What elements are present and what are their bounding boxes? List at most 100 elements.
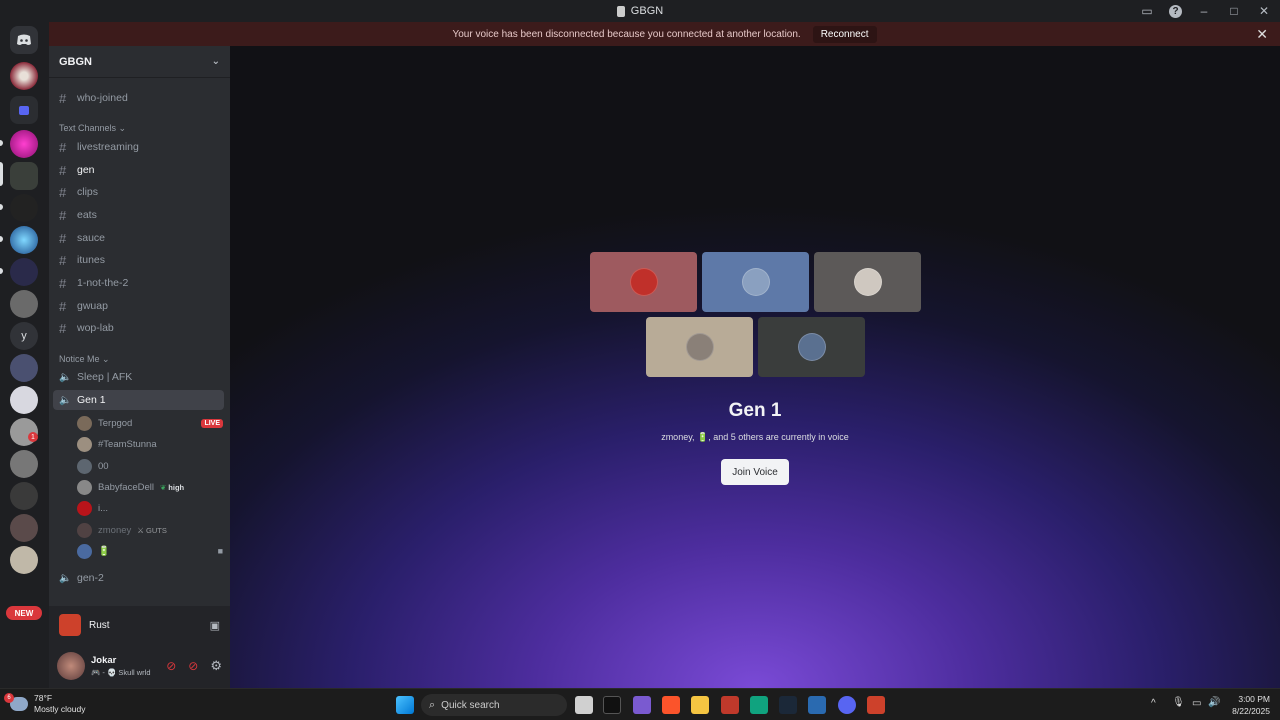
channel-who-joined[interactable]: # who-joined (53, 88, 224, 108)
close-window-button[interactable]: ✕ (1256, 3, 1272, 19)
channel-clips[interactable]: # clips (53, 182, 224, 202)
activity-panel[interactable]: Rust ▣ (49, 606, 230, 644)
close-banner-icon[interactable]: ✕ (1256, 26, 1268, 43)
task-view-icon[interactable] (575, 696, 593, 714)
category-text-channels[interactable]: Text Channels ⌄ (59, 123, 126, 134)
folder-icon[interactable] (10, 96, 38, 124)
server-icon-letter[interactable]: y (10, 322, 38, 350)
search-placeholder: Quick search (441, 699, 500, 711)
user-avatar[interactable] (57, 652, 85, 680)
help-icon[interactable]: ? (1169, 4, 1182, 18)
discord-taskbar-icon[interactable] (838, 696, 856, 714)
user-tag: ❦ high (159, 482, 185, 492)
server-icon-5[interactable] (10, 226, 38, 254)
weather-badge: 6 (4, 693, 14, 703)
rust-taskbar-icon[interactable] (867, 696, 885, 714)
hash-icon: # (59, 275, 67, 291)
windows-start-icon[interactable] (396, 696, 414, 714)
server-icon-13[interactable] (10, 514, 38, 542)
voice-user[interactable]: 00 (77, 457, 227, 475)
server-icon-1[interactable] (10, 62, 38, 90)
nzxt-app-icon[interactable] (603, 696, 621, 714)
hash-icon: # (59, 139, 67, 155)
server-icon-12[interactable] (10, 482, 38, 510)
inbox-icon[interactable]: ▭ (1139, 3, 1155, 19)
voice-channel-sleep-afk[interactable]: 🔈 Sleep | AFK (53, 367, 224, 387)
avatar (77, 522, 92, 538)
avatar (77, 543, 92, 559)
remote-desktop-icon[interactable] (808, 696, 826, 714)
server-icon-2[interactable] (10, 130, 38, 158)
channel-gwuap[interactable]: # gwuap (53, 296, 224, 316)
deafen-icon[interactable]: ⊘ (188, 659, 198, 673)
speaker-icon: 🔈 (59, 371, 72, 383)
server-icon-14[interactable] (10, 546, 38, 574)
server-icon-7[interactable] (10, 290, 38, 318)
server-icon-6[interactable] (10, 258, 38, 286)
discord-home-icon[interactable] (10, 26, 38, 54)
voice-tile[interactable] (758, 317, 865, 377)
server-icon-11[interactable] (10, 450, 38, 478)
voice-user[interactable]: BabyfaceDell ❦ high (77, 478, 227, 496)
avatar (77, 479, 92, 495)
server-header[interactable]: GBGN ⌄ (49, 46, 230, 78)
server-icon-4[interactable] (10, 194, 38, 222)
steam-icon[interactable] (779, 696, 797, 714)
hash-icon: # (59, 252, 67, 268)
microphone-icon[interactable]: 🎙 (1172, 697, 1185, 708)
file-explorer-icon[interactable] (691, 696, 709, 714)
minimize-button[interactable]: – (1196, 3, 1212, 19)
voice-user[interactable]: #TeamStunna (77, 435, 227, 453)
channel-gen[interactable]: # gen (53, 160, 224, 180)
channel-eats[interactable]: # eats (53, 205, 224, 225)
voice-tile[interactable] (590, 252, 697, 312)
channel-itunes[interactable]: # itunes (53, 250, 224, 270)
hash-icon: # (59, 298, 67, 314)
clock-time: 3:00 PM (1238, 694, 1270, 704)
new-badge[interactable]: NEW (6, 606, 42, 620)
category-notice-me[interactable]: Notice Me ⌄ (59, 354, 110, 365)
mute-mic-icon[interactable]: ⊘ (166, 659, 176, 673)
chatgpt-icon[interactable] (750, 696, 768, 714)
voice-user[interactable]: 🔋 ■ (77, 542, 227, 560)
join-voice-button[interactable]: Join Voice (721, 459, 789, 485)
settings-gear-icon[interactable]: ⚙ (210, 658, 222, 674)
channel-sauce[interactable]: # sauce (53, 228, 224, 248)
network-icon[interactable]: ▭ (1192, 698, 1201, 709)
channel-livestreaming[interactable]: # livestreaming (53, 137, 224, 157)
visual-studio-icon[interactable] (633, 696, 651, 714)
voice-channel-gen-2[interactable]: 🔈 gen-2 (53, 568, 224, 588)
taskbar-search[interactable]: ⌕ Quick search (421, 694, 567, 716)
weather-desc: Mostly cloudy (34, 704, 86, 714)
maximize-button[interactable]: □ (1226, 3, 1242, 19)
tray-overflow-icon[interactable]: ^ (1151, 698, 1156, 709)
server-icon-8[interactable] (10, 354, 38, 382)
server-icon-3[interactable] (10, 162, 38, 190)
voice-tile[interactable] (814, 252, 921, 312)
avatar (77, 500, 92, 516)
channel-wop-lab[interactable]: # wop-lab (53, 318, 224, 338)
voice-channel-title: Gen 1 (728, 400, 782, 421)
brave-browser-icon[interactable] (662, 696, 680, 714)
channel-1-not-the-2[interactable]: #1-not-the-2 (53, 273, 224, 293)
weather-widget[interactable]: 6 78°F Mostly cloudy (4, 693, 86, 715)
app-icon-red[interactable] (721, 696, 739, 714)
voice-channel-gen-1[interactable]: 🔈 Gen 1 (53, 390, 224, 410)
clock[interactable]: 3:00 PM 8/22/2025 (1232, 693, 1270, 717)
voice-tile[interactable] (646, 317, 753, 377)
user-status: 🎮 - 💀 Skull wrld (91, 668, 151, 677)
weather-temp: 78°F (34, 693, 53, 703)
volume-icon[interactable]: 🔊 (1208, 697, 1220, 708)
reconnect-button[interactable]: Reconnect (812, 25, 877, 43)
voice-user[interactable]: Terpgod LIVE (77, 414, 227, 432)
window-titlebar: GBGN ▭ ? – □ ✕ (0, 0, 1280, 22)
voice-tile[interactable] (702, 252, 809, 312)
voice-user[interactable]: i... (77, 499, 227, 517)
disconnect-banner: Your voice has been disconnected because… (49, 22, 1280, 46)
server-icon-9[interactable] (10, 386, 38, 414)
hash-icon: # (59, 162, 67, 178)
screen-share-icon[interactable]: ▣ (210, 619, 220, 632)
voice-user[interactable]: zmoney ⚔ GUTS (77, 521, 227, 539)
channel-sidebar: GBGN ⌄ # who-joined Text Channels ⌄ # live… (49, 46, 230, 688)
avatar (77, 415, 92, 431)
